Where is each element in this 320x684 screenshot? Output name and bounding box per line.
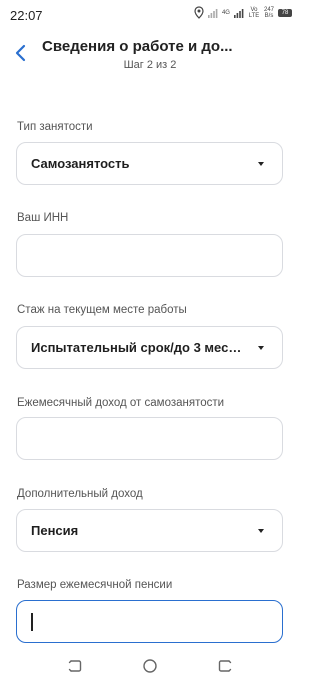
network-speed: 247 B/s (264, 7, 274, 19)
inn-label: Ваш ИНН (17, 212, 69, 224)
additional-income-value: Пенсия (31, 523, 79, 538)
pension-amount-label: Размер ежемесячной пенсии (17, 579, 173, 591)
experience-value: Испытательный срок/до 3 меся... (31, 340, 246, 355)
location-icon (194, 6, 204, 19)
employment-type-label: Тип занятости (17, 121, 93, 133)
text-cursor (31, 613, 33, 631)
status-bar: 22:07 4G Vo LTE 247 B/s 78 (0, 0, 300, 30)
system-nav-bar (0, 650, 300, 684)
chevron-down-icon (258, 346, 264, 350)
employment-type-value: Самозанятость (31, 156, 130, 171)
recent-apps-icon[interactable] (67, 658, 83, 674)
status-time: 22:07 (10, 8, 43, 23)
step-indicator: Шаг 2 из 2 (123, 59, 177, 71)
signal-strength-icon (233, 8, 244, 18)
experience-label: Стаж на текущем месте работы (17, 304, 187, 316)
experience-select[interactable]: Испытательный срок/до 3 меся... (16, 326, 283, 369)
back-nav-icon[interactable] (217, 658, 233, 674)
inn-input[interactable] (16, 234, 283, 277)
employment-type-select[interactable]: Самозанятость (16, 142, 283, 185)
signal-icon (207, 8, 218, 18)
additional-income-label: Дополнительный доход (17, 488, 143, 500)
network-speed-unit: B/s (264, 12, 274, 19)
self-employment-income-label: Ежемесячный доход от самозанятости (17, 397, 225, 409)
network-type-label: 4G (221, 9, 230, 16)
status-icons: 4G Vo LTE 247 B/s 78 (194, 6, 292, 19)
home-icon[interactable] (142, 658, 158, 674)
self-employment-income-input[interactable] (16, 417, 283, 460)
chevron-down-icon (258, 529, 264, 533)
page-title: Сведения о работе и до... (42, 38, 233, 55)
app-header: Сведения о работе и до... Шаг 2 из 2 (0, 30, 300, 82)
volte-label: Vo LTE (248, 6, 260, 19)
additional-income-select[interactable]: Пенсия (16, 509, 283, 552)
pension-amount-input[interactable] (16, 600, 283, 643)
chevron-down-icon (258, 162, 264, 166)
battery-icon: 78 (278, 8, 292, 17)
